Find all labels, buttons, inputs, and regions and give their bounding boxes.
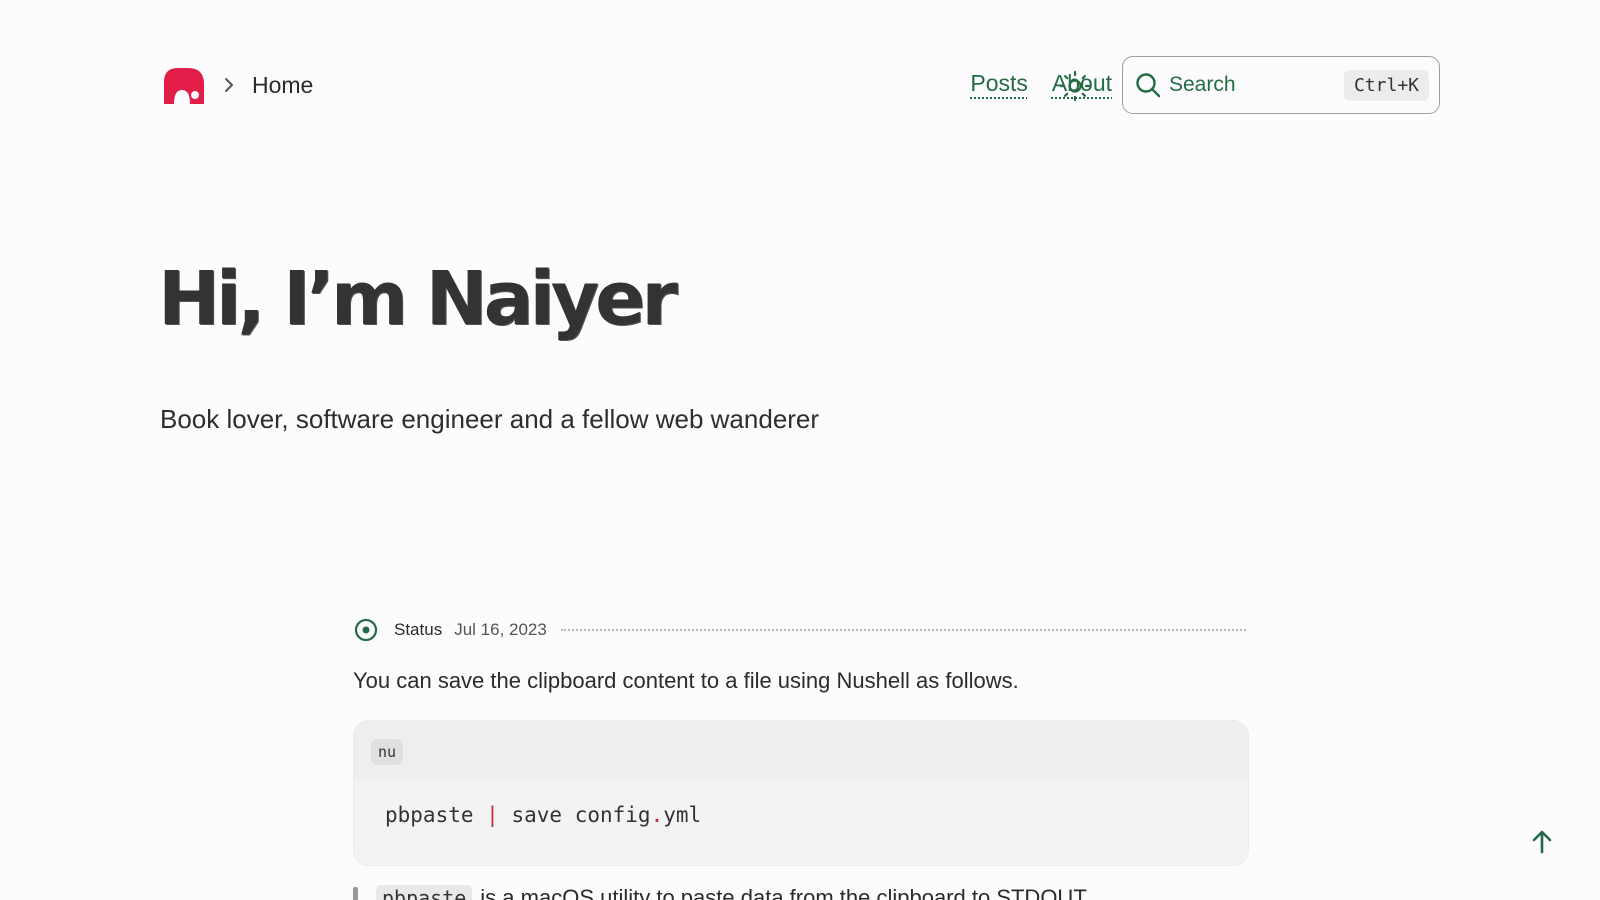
hero-subtitle: Book lover, software engineer and a fell…	[160, 404, 820, 434]
breadcrumb-home[interactable]: Home	[252, 72, 313, 99]
dotted-divider	[560, 629, 1246, 631]
search-button[interactable]: Search Ctrl+K	[1122, 56, 1440, 114]
code-language-badge: nu	[371, 739, 404, 765]
status-header: Status Jul 16, 2023	[354, 618, 1246, 642]
logo-icon[interactable]	[160, 66, 206, 104]
site-header: Home Posts About Search Ctrl+K	[160, 56, 1440, 114]
code-line: pbpaste | save config.yml	[354, 781, 1248, 827]
chevron-right-icon	[225, 78, 233, 92]
note-text: is a macOS utility to paste data from th…	[480, 885, 1091, 900]
page: Home Posts About Search Ctrl+K Hi, I’m N…	[0, 0, 1600, 900]
code-command: pbpaste	[385, 803, 474, 827]
code-pipe: |	[486, 803, 499, 827]
search-shortcut-badge: Ctrl+K	[1343, 69, 1429, 101]
status-date: Jul 16, 2023	[454, 620, 547, 639]
code-block-header: nu	[354, 721, 1248, 781]
code-dot: .	[650, 803, 664, 827]
status-text: You can save the clipboard content to a …	[353, 668, 1019, 693]
note-blockquote: pbpaste is a macOS utility to paste data…	[353, 885, 1090, 900]
code-save: save config	[511, 803, 651, 827]
hero-title: Hi, I’m Naiyer	[158, 256, 678, 342]
code-block: nu pbpaste | save config.yml	[353, 720, 1249, 866]
note-inline-code: pbpaste	[376, 885, 473, 900]
nav-link-posts[interactable]: Posts	[970, 70, 1028, 97]
status-circle-icon	[354, 618, 378, 642]
arrow-up-icon[interactable]	[1528, 828, 1556, 856]
search-icon	[1136, 73, 1161, 98]
code-extension: yml	[663, 803, 702, 827]
search-placeholder: Search	[1169, 73, 1236, 96]
status-label[interactable]: Status	[394, 620, 442, 640]
breadcrumb: Home	[160, 66, 313, 104]
blockquote-bar	[353, 887, 358, 900]
sun-icon[interactable]	[1059, 70, 1091, 102]
